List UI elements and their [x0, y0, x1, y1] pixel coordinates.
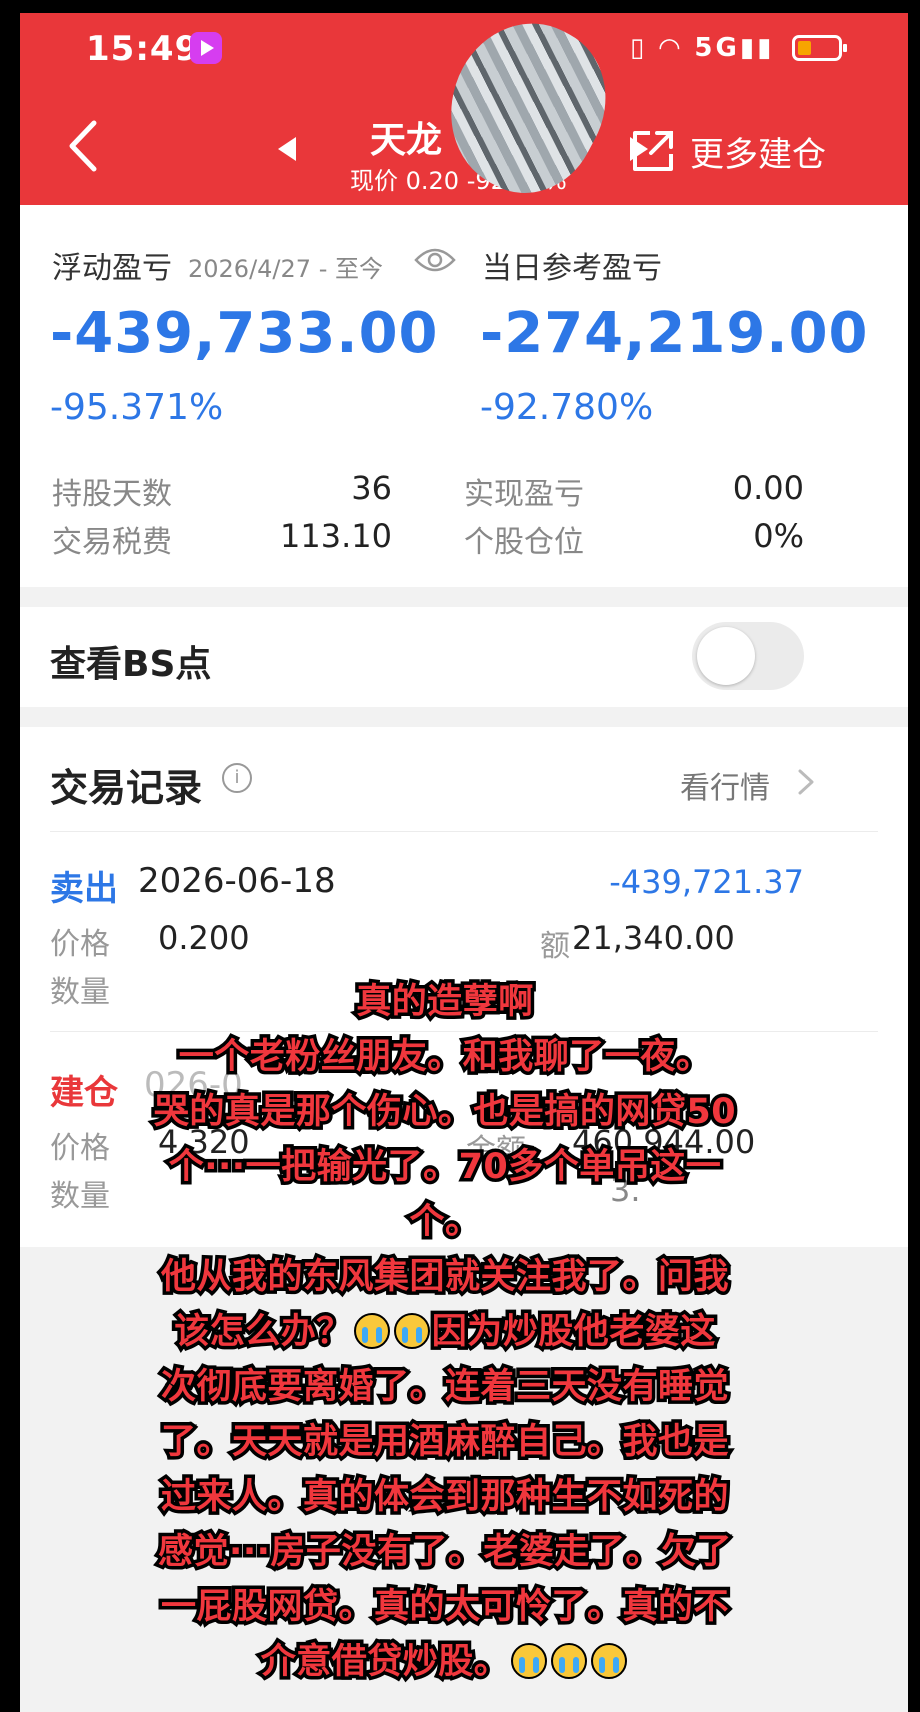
caption-line: 次彻底要离婚了。连着三天没有睡觉	[157, 1364, 732, 1411]
video-app-icon	[190, 32, 222, 64]
bs-points-row: 查看BS点	[20, 607, 908, 707]
crying-face-icon	[591, 1643, 628, 1679]
realized-pnl-value: 0.00	[732, 469, 804, 507]
crying-face-icon	[393, 1313, 430, 1349]
caption-line: 个。	[406, 1199, 484, 1246]
position-label: 个股仓位	[464, 525, 584, 560]
caption-line: 了。天天就是用酒麻醉自己。我也是	[157, 1419, 732, 1466]
caption-line: 真的造孽啊	[353, 979, 537, 1026]
floating-pnl-label: 浮动盈亏	[52, 251, 172, 286]
status-time: 15:49	[86, 29, 200, 69]
caption-line: 感觉···房子没有了。老婆走了。欠了	[155, 1529, 735, 1576]
signal-icons: ▯ ◠ 5G▮▮	[630, 33, 775, 63]
pnl-summary: 浮动盈亏 2026/4/27 - 至今 当日参考盈亏 -439,733.00 -…	[20, 205, 908, 587]
caption-line: 介意借贷炒股。	[60, 1635, 830, 1690]
daily-pnl-pct: -92.780%	[480, 387, 654, 428]
tax-value: 113.10	[280, 517, 392, 555]
amount-label: 额	[540, 929, 570, 964]
back-button[interactable]	[60, 117, 108, 175]
caption-line: 哭的真是那个伤心。也是搞的网贷50	[150, 1089, 739, 1136]
trade-type: 卖出	[50, 869, 118, 909]
crying-face-icon	[353, 1313, 390, 1349]
chevron-right-icon	[798, 769, 814, 795]
crying-face-icon	[551, 1643, 588, 1679]
caption-line: 一屁股网贷。真的太可怜了。真的不	[157, 1584, 732, 1631]
realized-pnl-label: 实现盈亏	[464, 477, 584, 512]
caption-line: 他从我的东风集团就关注我了。问我	[157, 1254, 732, 1301]
info-icon[interactable]: i	[222, 763, 252, 793]
caption-line: 过来人。真的体会到那种生不如死的	[157, 1474, 732, 1521]
price-value: 0.200	[158, 919, 250, 957]
position-value: 0%	[753, 517, 804, 555]
more-build-button[interactable]: 更多建仓	[630, 123, 826, 179]
crying-face-icon	[511, 1643, 548, 1679]
bs-points-toggle[interactable]	[692, 622, 804, 690]
trade-pnl: -439,721.37	[609, 863, 804, 901]
eye-icon[interactable]	[414, 245, 456, 275]
share-icon	[633, 131, 673, 171]
section-gap	[20, 707, 908, 727]
overlay-caption: 真的造孽啊 一个老粉丝朋友。和我聊了一夜。 哭的真是那个伤心。也是搞的网贷50 …	[60, 975, 830, 1690]
stock-name: 天龙	[370, 120, 443, 161]
daily-pnl-label: 当日参考盈亏	[482, 251, 662, 286]
chevron-left-icon	[69, 120, 97, 172]
divider	[50, 831, 878, 832]
hold-days-value: 36	[351, 469, 392, 507]
caption-line: 个···一把输光了。70多个单吊这一	[165, 1144, 724, 1191]
records-title: 交易记录	[50, 766, 203, 810]
view-market-link[interactable]: 看行情	[680, 763, 770, 807]
bs-points-label: 查看BS点	[50, 644, 212, 685]
caption-line: 该怎么办？ 因为炒股他老婆这	[171, 1309, 719, 1356]
daily-pnl-value: -274,219.00	[480, 301, 869, 366]
price-label: 价格	[50, 927, 110, 962]
floating-pnl-value: -439,733.00	[50, 301, 439, 366]
section-gap	[20, 587, 908, 607]
more-build-label: 更多建仓	[690, 134, 826, 175]
floating-pnl-pct: -95.371%	[50, 387, 224, 428]
date-range: 2026/4/27 - 至今	[188, 255, 383, 283]
battery-icon	[792, 35, 847, 61]
prev-stock-button[interactable]	[278, 137, 296, 161]
hold-days-label: 持股天数	[52, 477, 172, 512]
trade-date: 2026-06-18	[138, 861, 336, 901]
caption-line: 一个老粉丝朋友。和我聊了一夜。	[175, 1034, 714, 1081]
header-bar: 15:49 ▯ ◠ 5G▮▮ 天龙 现价 0.20 -92.78% 更多建仓	[20, 13, 908, 217]
toggle-knob	[697, 627, 755, 685]
tax-label: 交易税费	[52, 525, 172, 560]
amount-value: 21,340.00	[572, 919, 735, 957]
